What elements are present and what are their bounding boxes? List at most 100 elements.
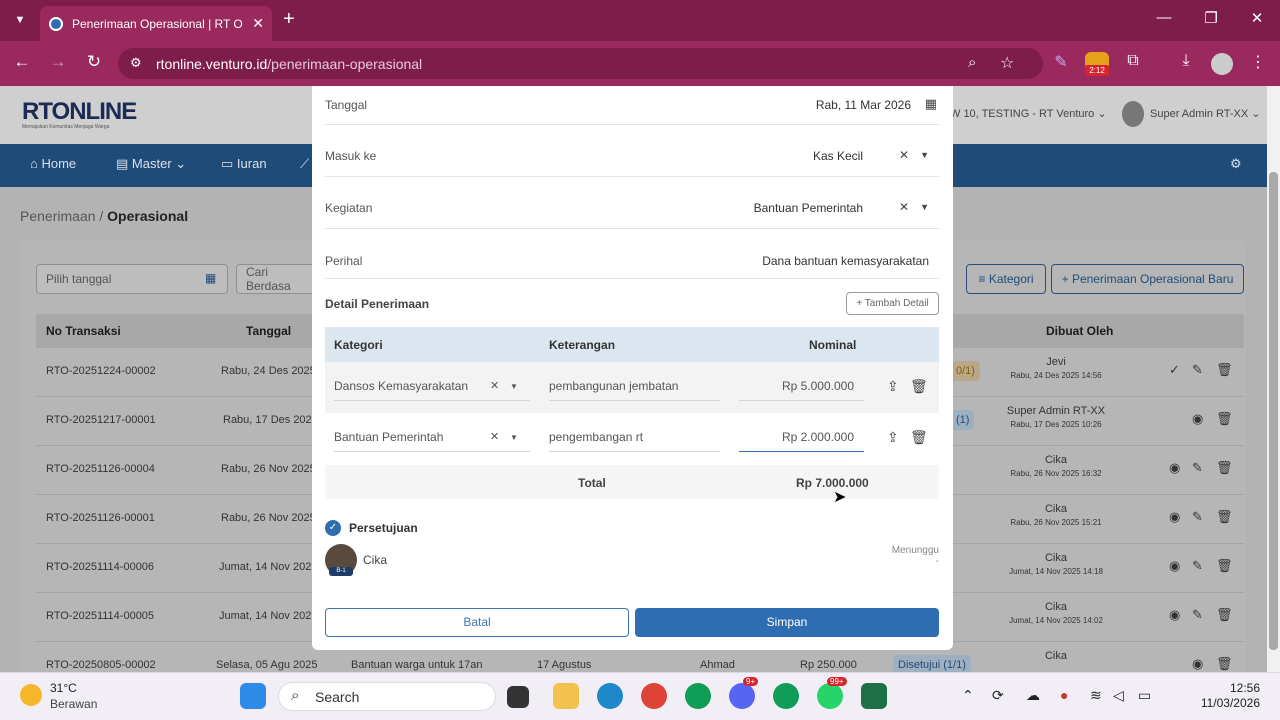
chrome-alt-icon[interactable] [773,683,799,709]
add-detail-button[interactable]: + Tambah Detail [846,292,939,315]
kategori-select[interactable]: Bantuan Pemerintah ✕ ▼ [334,425,530,452]
nav-master[interactable]: ▤ Master ⌄ [116,156,186,172]
new-receipt-button[interactable]: + Penerimaan Operasional Baru [1051,264,1244,294]
nav-home[interactable]: ⌂ Home [30,156,76,171]
user-avatar[interactable] [1122,101,1144,127]
new-tab-icon[interactable]: + [283,8,295,31]
view-eye-icon[interactable]: ◉ [1169,607,1180,623]
save-button[interactable]: Simpan [635,608,939,637]
delete-icon[interactable]: 🗑 [1216,509,1233,525]
clear-icon[interactable]: ✕ [490,425,499,450]
tab-search-icon[interactable]: ▼ [10,10,30,30]
upload-icon[interactable]: ⇪ [887,429,899,446]
delete-icon[interactable]: 🗑 [910,378,928,395]
clear-icon[interactable]: ✕ [899,200,909,214]
tab-close-icon[interactable]: ✕ [252,15,264,32]
task-view-icon[interactable] [507,686,529,708]
browser-tab[interactable]: Penerimaan Operasional | RT O ✕ [40,6,272,41]
keterangan-input[interactable]: pengembangan rt [549,425,720,452]
edit-icon[interactable]: ✎ [1192,460,1203,476]
restore-icon[interactable]: ❐ [1188,9,1234,27]
chrome-icon[interactable] [685,683,711,709]
bookmark-star-icon[interactable]: ☆ [1000,53,1014,73]
excel-icon[interactable] [861,683,887,709]
delete-icon[interactable]: 🗑 [1216,558,1233,574]
sync-icon[interactable]: ⟳ [992,687,1004,704]
extension-timer-icon[interactable]: 2:12 [1085,52,1109,76]
delete-icon[interactable]: 🗑 [1216,460,1233,476]
upload-icon[interactable]: ⇪ [887,378,899,395]
breadcrumb-parent[interactable]: Penerimaan [20,208,96,224]
cloud-icon[interactable]: ☁ [1026,687,1040,704]
discord-icon[interactable]: 9+ [729,677,759,709]
field-tanggal[interactable]: Tanggal Rab, 11 Mar 2026 ▦ [325,86,939,125]
microphone-icon[interactable]: ● [1060,687,1068,703]
chevron-down-icon[interactable]: ▼ [510,374,518,399]
field-perihal[interactable]: Perihal Dana bantuan kemasyarakatan [325,241,939,279]
approve-check-icon[interactable]: ✓ [1169,362,1180,378]
nominal-input[interactable]: Rp 5.000.000 [739,374,864,401]
taskbar-clock[interactable]: 12:56 11/03/2026 [1170,681,1260,711]
calendar-icon[interactable]: ▦ [925,96,937,112]
wifi-icon[interactable]: ≋ [1090,687,1102,704]
view-eye-icon[interactable]: ◉ [1192,656,1203,672]
view-eye-icon[interactable]: ◉ [1169,558,1180,574]
user-menu[interactable]: Super Admin RT-XX ⌄ [1150,107,1261,120]
row-person: Ahmad [700,659,735,671]
nav-chart-icon[interactable]: ⟋ [300,156,309,172]
zoom-icon[interactable]: ⌕ [968,54,976,71]
edge-icon[interactable] [597,683,623,709]
tray-chevron-icon[interactable]: ⌃ [962,687,974,704]
download-icon[interactable]: ⤓ [1174,52,1198,70]
profile-avatar[interactable] [1211,53,1233,75]
taskbar-search[interactable]: ⌕ Search [278,682,496,711]
site-info-icon[interactable]: ⚙ [130,55,142,71]
battery-icon[interactable]: ▭ [1138,687,1151,704]
back-icon[interactable]: ← [10,52,34,72]
org-selector[interactable]: W 10, TESTING - RT Venturo ⌄ [950,107,1107,120]
forward-icon[interactable]: → [46,52,70,72]
view-eye-icon[interactable]: ◉ [1169,460,1180,476]
kategori-select[interactable]: Dansos Kemasyarakatan ✕ ▼ [334,374,530,401]
view-eye-icon[interactable]: ◉ [1169,509,1180,525]
edit-icon[interactable]: ✎ [1192,607,1203,623]
clear-icon[interactable]: ✕ [899,148,909,162]
settings-icon[interactable]: ⚙ [1230,156,1242,172]
chevron-down-icon[interactable]: ▼ [920,150,929,160]
clear-icon[interactable]: ✕ [490,374,499,399]
extension-feather-icon[interactable]: ✎ [1049,52,1073,72]
chevron-down-icon[interactable]: ▼ [920,202,929,212]
date-filter[interactable]: Pilih tanggal ▦ [36,264,228,294]
menu-kebab-icon[interactable]: ⋮ [1246,52,1270,72]
edit-icon[interactable]: ✎ [1192,362,1203,378]
field-kegiatan[interactable]: Kegiatan Bantuan Pemerintah ✕ ▼ [325,189,939,229]
minimize-icon[interactable]: — [1141,9,1187,26]
edit-icon[interactable]: ✎ [1192,558,1203,574]
volume-icon[interactable]: ◁ [1113,687,1124,704]
kategori-button[interactable]: ≡ Kategori [966,264,1046,294]
extensions-puzzle-icon[interactable]: ⧉ [1121,52,1145,70]
delete-icon[interactable]: 🗑 [1216,411,1233,427]
delete-icon[interactable]: 🗑 [1216,362,1233,378]
delete-icon[interactable]: 🗑 [910,429,928,446]
file-explorer-icon[interactable] [553,683,579,709]
app-logo[interactable]: RTONLINE Memajukan Komunitas Menjaga Warg… [22,98,137,130]
chrome-profile-icon[interactable] [641,683,667,709]
windows-start-icon[interactable] [240,683,266,709]
delete-icon[interactable]: 🗑 [1216,607,1233,623]
edit-icon[interactable]: ✎ [1192,509,1203,525]
delete-icon[interactable]: 🗑 [1216,656,1233,672]
close-window-icon[interactable]: ✕ [1234,9,1280,27]
nav-iuran[interactable]: ▭ Iuran [221,156,267,172]
address-bar[interactable]: ⚙ rtonline.venturo.id/penerimaan-operasi… [118,48,1043,79]
scrollbar-thumb[interactable] [1269,172,1278,650]
search-input[interactable]: Cari Berdasa [236,264,316,294]
reload-icon[interactable]: ↻ [82,52,106,72]
view-eye-icon[interactable]: ◉ [1192,411,1203,427]
chevron-down-icon[interactable]: ▼ [510,425,518,450]
field-masuk-ke[interactable]: Masuk ke Kas Kecil ✕ ▼ [325,137,939,177]
whatsapp-icon[interactable]: 99+ [817,677,847,709]
cancel-button[interactable]: Batal [325,608,629,637]
nominal-input[interactable]: Rp 2.000.000 [739,425,864,452]
keterangan-input[interactable]: pembangunan jembatan [549,374,720,401]
